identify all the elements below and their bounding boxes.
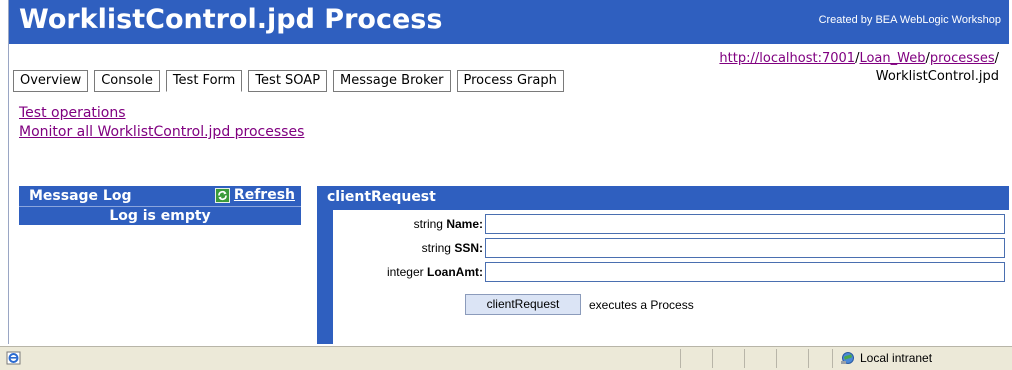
test-operations-link[interactable]: Test operations bbox=[19, 104, 304, 123]
host-link[interactable]: http://localhost:7001 bbox=[719, 51, 855, 66]
ssn-input[interactable] bbox=[485, 238, 1005, 258]
executes-label: executes a Process bbox=[589, 297, 694, 312]
client-request-title: clientRequest bbox=[327, 189, 436, 205]
message-log-empty: Log is empty bbox=[19, 206, 301, 225]
app-link[interactable]: Loan_Web bbox=[859, 51, 925, 66]
monitor-processes-link[interactable]: Monitor all WorklistControl.jpd processe… bbox=[19, 123, 304, 142]
tab-message-broker[interactable]: Message Broker bbox=[333, 70, 451, 92]
folder-link[interactable]: processes bbox=[930, 51, 995, 66]
status-divider bbox=[712, 349, 713, 368]
submit-row: clientRequest executes a Process bbox=[465, 294, 694, 315]
page-icon bbox=[6, 351, 21, 365]
status-divider bbox=[832, 349, 833, 368]
field-label: string Name: bbox=[413, 217, 483, 231]
tab-test-form[interactable]: Test Form bbox=[165, 70, 243, 92]
refresh-label: Refresh bbox=[233, 187, 295, 203]
security-zone[interactable]: Local intranet bbox=[840, 351, 932, 365]
zone-label: Local intranet bbox=[860, 351, 933, 365]
field-label: string SSN: bbox=[421, 241, 483, 255]
tab-bar: Overview Console Test Form Test SOAP Mes… bbox=[13, 70, 564, 92]
status-divider bbox=[744, 349, 745, 368]
status-divider bbox=[808, 349, 809, 368]
tab-process-graph[interactable]: Process Graph bbox=[456, 70, 564, 92]
refresh-button[interactable]: Refresh bbox=[214, 187, 295, 203]
page-title: WorklistControl.jpd Process bbox=[19, 4, 443, 35]
client-request-form: string Name: string SSN: integer LoanAmt… bbox=[333, 210, 1009, 344]
status-divider bbox=[776, 349, 777, 368]
name-input[interactable] bbox=[485, 214, 1005, 234]
loanamt-input[interactable] bbox=[485, 262, 1005, 282]
title-bar: WorklistControl.jpd Process Created by B… bbox=[9, 0, 1009, 44]
message-log-header: Message Log Refresh bbox=[19, 186, 301, 206]
message-log-title: Message Log bbox=[29, 188, 132, 204]
path-separator: / bbox=[994, 51, 999, 66]
client-request-panel: clientRequest string Name: string SSN: i… bbox=[317, 186, 1009, 344]
field-label: integer LoanAmt: bbox=[386, 265, 483, 279]
status-bar: Local intranet bbox=[0, 346, 1012, 370]
intranet-icon bbox=[841, 352, 854, 364]
field-row-ssn: string SSN: bbox=[333, 238, 1009, 260]
message-log-panel: Message Log Refresh Log is empty bbox=[19, 186, 301, 225]
client-request-button[interactable]: clientRequest bbox=[465, 294, 581, 315]
field-row-loanamt: integer LoanAmt: bbox=[333, 262, 1009, 284]
operation-links: Test operations Monitor all WorklistCont… bbox=[19, 104, 304, 142]
field-row-name: string Name: bbox=[333, 214, 1009, 236]
browser-content: WorklistControl.jpd Process Created by B… bbox=[8, 0, 1009, 344]
tab-overview[interactable]: Overview bbox=[13, 70, 89, 92]
status-divider bbox=[680, 349, 681, 368]
created-by-label: Created by BEA WebLogic Workshop bbox=[818, 14, 1001, 26]
tab-test-soap[interactable]: Test SOAP bbox=[248, 70, 328, 92]
url-breadcrumb: http://localhost:7001/Loan_Web/processes… bbox=[719, 50, 999, 86]
refresh-icon bbox=[214, 187, 230, 203]
file-name: WorklistControl.jpd bbox=[875, 69, 999, 84]
tab-console[interactable]: Console bbox=[94, 70, 160, 92]
